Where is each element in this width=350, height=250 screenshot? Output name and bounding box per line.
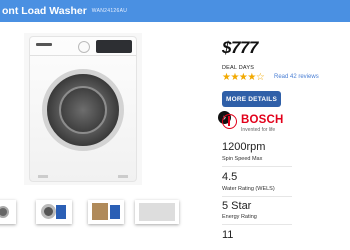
- thumbnail-label-image: [110, 205, 120, 219]
- brand-tagline: Invented for life: [241, 127, 276, 133]
- spec-divider: [222, 224, 292, 225]
- washer-illustration: [29, 36, 137, 182]
- spec-value: 1200rpm: [222, 141, 266, 153]
- thumbnail-4[interactable]: [135, 200, 179, 224]
- washer-foot: [38, 175, 48, 178]
- thumbnail-box-image: [92, 203, 108, 220]
- thumbnail-label-image: [56, 205, 66, 219]
- spec-value: 5 Star: [222, 200, 252, 212]
- thumbnail-washer-image: [139, 203, 175, 221]
- spec-value: 11: [222, 229, 234, 241]
- washer-door: [42, 69, 124, 151]
- more-details-button[interactable]: MORE DETAILS: [222, 91, 281, 107]
- price: $777: [222, 38, 258, 57]
- control-panel: [30, 37, 136, 56]
- panel-logo: [36, 43, 52, 46]
- thumbnail-3[interactable]: [88, 200, 124, 224]
- thumbnail-2[interactable]: [36, 200, 72, 224]
- thumbnail-washer-image: [41, 204, 56, 219]
- spec-value: 4.5: [222, 171, 238, 183]
- bosch-logo-icon: [222, 114, 237, 129]
- spec-label: Water Rating (WELS): [222, 186, 275, 192]
- washer-drum: [59, 86, 107, 134]
- main-product-image[interactable]: [24, 33, 142, 185]
- deal-label: DEAL DAYS: [222, 65, 255, 71]
- star-rating: ★★★★☆: [222, 72, 265, 83]
- product-title: ont Load Washer: [2, 5, 87, 17]
- spec-label: Energy Rating: [222, 214, 257, 220]
- spec-divider: [222, 166, 292, 167]
- washer-foot: [118, 175, 128, 178]
- spec-label: Spin Speed Max: [222, 156, 263, 162]
- product-header: ont Load Washer WAN24126AU: [0, 0, 350, 22]
- reviews-link[interactable]: Read 42 reviews: [274, 74, 319, 80]
- thumbnail-strip: [0, 200, 200, 226]
- program-dial: [78, 41, 90, 53]
- thumbnail-1[interactable]: [0, 200, 16, 224]
- product-model: WAN24126AU: [91, 8, 128, 14]
- spec-divider: [222, 196, 292, 197]
- brand-name: BOSCH: [241, 114, 284, 126]
- panel-display: [96, 40, 132, 53]
- thumbnail-washer-image: [0, 206, 9, 218]
